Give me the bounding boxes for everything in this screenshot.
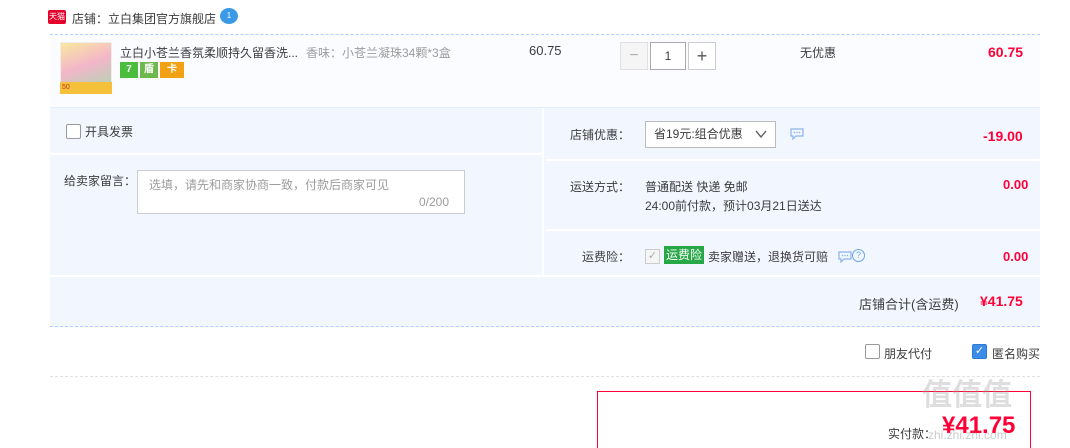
item-discount: 无优惠 — [800, 46, 837, 60]
divider — [50, 376, 1040, 377]
watermark-logo: 值值值 — [922, 378, 1012, 413]
watermark-site: zhi.zhi.zhi.com — [928, 428, 1007, 442]
shipping-label: 运送方式： — [570, 180, 631, 194]
shop-subtotal-label: 店铺合计(含运费) — [859, 297, 959, 312]
friend-pay-label[interactable]: 朋友代付 — [884, 345, 932, 362]
chevron-down-icon[interactable] — [754, 127, 768, 141]
credit-card-icon[interactable]: 卡 — [160, 62, 184, 78]
friend-pay-checkbox[interactable] — [865, 344, 880, 359]
divider — [546, 159, 1040, 161]
guarantee-shield-icon[interactable]: 盾 — [140, 62, 158, 78]
insurance-label: 运费险： — [582, 250, 631, 264]
memo-char-count: 0/200 — [419, 195, 450, 209]
chat-bubble-icon[interactable] — [790, 128, 804, 140]
anonymous-purchase-label[interactable]: 匿名购买 — [992, 345, 1040, 362]
shop-discount-label: 店铺优惠： — [570, 128, 631, 142]
product-sku: 香味：小苍兰凝珠34颗*3盒 — [306, 46, 451, 60]
shipping-method: 普通配送 快递 免邮 — [645, 180, 748, 194]
invoice-checkbox[interactable] — [66, 124, 81, 139]
memo-placeholder: 选填，请先和商家协商一致，付款后商家可见 — [149, 178, 390, 192]
divider — [546, 229, 1040, 231]
checkbox-checked-icon[interactable]: ✓ — [972, 344, 987, 359]
shop-name-link[interactable]: 店铺：立白集团官方旗舰店 — [72, 10, 216, 27]
shop-discount-amount: -19.00 — [983, 128, 1023, 144]
quantity-decrease-button[interactable]: − — [620, 42, 648, 70]
invoice-label[interactable]: 开具发票 — [85, 123, 133, 140]
help-icon[interactable]: ? — [852, 249, 865, 262]
insurance-amount: 0.00 — [1003, 249, 1029, 264]
insurance-text: 卖家赠送，退换货可赔 — [708, 250, 829, 264]
tmall-logo-icon: 天猫 — [48, 10, 66, 24]
wangwang-chat-icon[interactable]: 1 — [220, 8, 238, 24]
shipping-amount: 0.00 — [1003, 177, 1029, 192]
quantity-input[interactable]: 1 — [650, 42, 686, 70]
chat-bubble-icon[interactable] — [838, 251, 852, 263]
memo-label: 给卖家留言： — [64, 174, 137, 188]
quantity-increase-button[interactable]: + — [688, 42, 716, 70]
unit-price: 60.75 — [529, 43, 562, 58]
shop-subtotal-amount: ¥41.75 — [980, 293, 1023, 309]
seven-day-return-icon[interactable]: 7 — [120, 62, 138, 78]
shipping-eta: 24:00前付款，预计03月21日送达 — [645, 199, 822, 213]
divider — [50, 275, 1040, 277]
insurance-checkbox: ✓ — [645, 249, 660, 264]
product-title-link[interactable]: 立白小苍兰香氛柔顺持久留香洗... — [120, 44, 298, 61]
thumbnail-tag: 50 — [60, 82, 112, 94]
item-total-price: 60.75 — [988, 44, 1024, 60]
divider — [50, 153, 544, 155]
insurance-tag: 运费险 — [664, 246, 705, 264]
